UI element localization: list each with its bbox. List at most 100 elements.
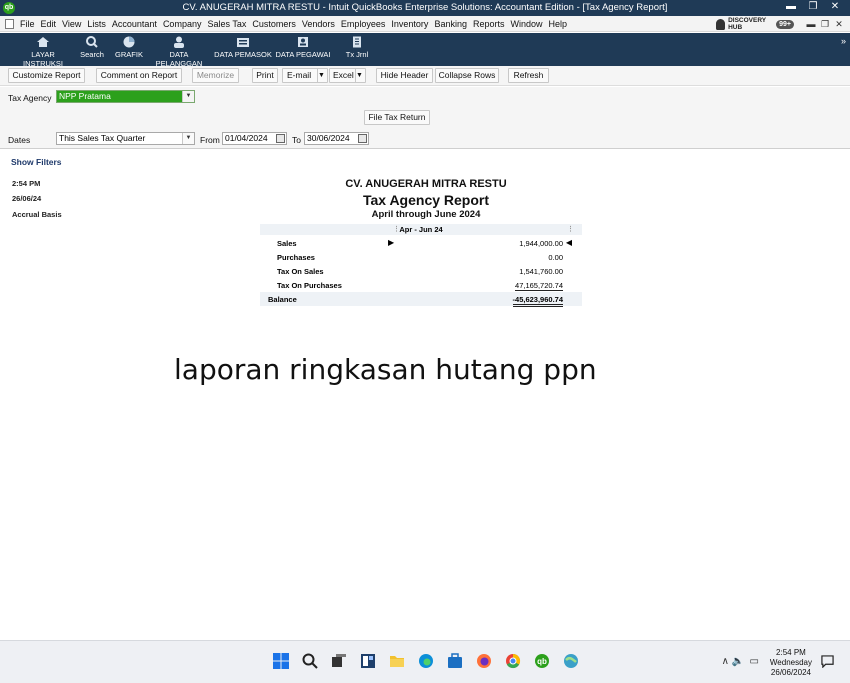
table-row[interactable]: Tax On Sales 1,541,760.00 <box>260 264 582 278</box>
chevron-down-icon[interactable]: ▼ <box>317 69 327 82</box>
taskbar-clock[interactable]: 2:54 PM Wednesday 26/06/2024 <box>770 648 812 678</box>
menu-employees[interactable]: Employees <box>341 19 386 29</box>
menu-window[interactable]: Window <box>510 19 542 29</box>
chevron-down-icon[interactable]: ▼ <box>182 91 194 102</box>
menu-banking[interactable]: Banking <box>434 19 467 29</box>
menu-accountant[interactable]: Accountant <box>112 19 157 29</box>
close-icon[interactable]: ✕ <box>828 1 842 12</box>
report-basis: Accrual Basis <box>12 210 62 219</box>
svg-text:qb: qb <box>537 657 547 666</box>
row-value: 1,944,000.00 <box>519 239 563 248</box>
menu-vendors[interactable]: Vendors <box>302 19 335 29</box>
memorize-button[interactable]: Memorize <box>192 68 239 83</box>
discovery-hub-button[interactable]: DISCOVERY HUB <box>716 17 766 31</box>
chrome-icon[interactable] <box>505 653 521 669</box>
mdi-close-icon[interactable]: ✕ <box>832 19 846 30</box>
column-header[interactable]: ⋮ Apr - Jun 24 ⋮ <box>260 224 582 235</box>
chevron-up-icon[interactable]: ∧ <box>722 656 729 667</box>
taskbar-time: 2:54 PM <box>776 648 806 657</box>
collapse-rows-button[interactable]: Collapse Rows <box>435 68 499 83</box>
task-view-icon[interactable] <box>331 653 347 669</box>
restore-icon[interactable]: ❐ <box>806 1 820 12</box>
speaker-icon[interactable]: 🔈 <box>732 656 744 667</box>
tax-agency-dropdown[interactable]: NPP Pratama ▼ <box>56 90 195 103</box>
taskbar-date: 26/06/2024 <box>770 668 811 677</box>
comment-on-report-button[interactable]: Comment on Report <box>96 68 182 83</box>
table-row[interactable]: Sales ▶ 1,944,000.00 ◀ <box>260 236 582 250</box>
column-resize-handle[interactable]: ⋮ <box>393 224 400 235</box>
store-icon[interactable] <box>447 653 463 669</box>
to-label: To <box>292 135 301 145</box>
report-title: Tax Agency Report <box>362 192 490 208</box>
menu-sales-tax[interactable]: Sales Tax <box>207 19 246 29</box>
refresh-button[interactable]: Refresh <box>508 68 549 83</box>
toolbar-tx-jrnl[interactable]: Tx Jrnl <box>342 36 372 59</box>
edge-browser-icon[interactable] <box>418 653 434 669</box>
document-icon[interactable] <box>5 19 14 29</box>
table-row[interactable]: Purchases 0.00 <box>260 250 582 264</box>
menu-inventory[interactable]: Inventory <box>391 19 428 29</box>
menu-help[interactable]: Help <box>549 19 568 29</box>
icon-toolbar: LAYAR INSTRUKSI Search GRAFIK DATA PELAN… <box>0 33 850 68</box>
print-button[interactable]: Print <box>252 68 278 83</box>
customize-report-button[interactable]: Customize Report <box>8 68 85 83</box>
from-date-value: 01/04/2024 <box>225 133 268 143</box>
to-date-field[interactable]: 30/06/2024 <box>304 132 369 145</box>
calendar-icon[interactable] <box>276 134 285 143</box>
journal-icon <box>353 36 361 48</box>
toolbar-search[interactable]: Search <box>78 36 106 59</box>
windows-start-icon[interactable] <box>273 653 289 669</box>
show-filters-link[interactable]: Show Filters <box>11 157 62 167</box>
minimize-icon[interactable]: ▬ <box>784 1 798 12</box>
toolbar-layar-instruksi[interactable]: LAYAR INSTRUKSI <box>12 36 74 68</box>
column-header-label: Apr - Jun 24 <box>399 225 443 234</box>
file-tax-return-button[interactable]: File Tax Return <box>364 110 430 125</box>
dates-label: Dates <box>8 135 31 145</box>
search-icon[interactable] <box>302 653 318 669</box>
calendar-icon[interactable] <box>358 134 367 143</box>
row-value: 1,541,760.00 <box>519 267 563 276</box>
file-explorer-icon[interactable] <box>389 653 405 669</box>
to-date-value: 30/06/2024 <box>307 133 350 143</box>
widgets-icon[interactable] <box>360 653 376 669</box>
row-label: Tax On Sales <box>277 267 324 276</box>
search-icon <box>86 36 98 48</box>
table-row[interactable]: Tax On Purchases 47,165,720.74 <box>260 278 582 292</box>
chevron-down-icon[interactable]: ▼ <box>355 69 365 82</box>
menu-edit[interactable]: Edit <box>41 19 57 29</box>
toolbar-grafik[interactable]: GRAFIK <box>114 36 144 59</box>
menu-company[interactable]: Company <box>163 19 202 29</box>
mdi-restore-icon[interactable]: ❐ <box>818 19 832 30</box>
balance-row[interactable]: Balance -45,623,960.74 <box>260 292 582 307</box>
hide-header-button[interactable]: Hide Header <box>376 68 433 83</box>
menu-customers[interactable]: Customers <box>252 19 296 29</box>
from-date-field[interactable]: 01/04/2024 <box>222 132 287 145</box>
menu-reports[interactable]: Reports <box>473 19 505 29</box>
excel-button[interactable]: Excel ▼ <box>329 68 366 83</box>
dates-dropdown[interactable]: This Sales Tax Quarter ▼ <box>56 132 195 145</box>
mdi-minimize-icon[interactable]: ▬ <box>804 19 818 29</box>
toolbar-data-pegawai[interactable]: DATA PEGAWAI <box>274 36 332 59</box>
dates-value: This Sales Tax Quarter <box>59 133 146 143</box>
notification-badge[interactable]: 99+ <box>776 19 794 29</box>
firefox-icon[interactable] <box>476 653 492 669</box>
toolbar-expand-icon[interactable]: » <box>841 36 846 46</box>
network-globe-icon[interactable] <box>563 653 579 669</box>
chevron-down-icon[interactable]: ▼ <box>182 133 194 144</box>
menu-file[interactable]: File <box>20 19 35 29</box>
column-resize-handle[interactable]: ⋮ <box>567 224 574 235</box>
quickbooks-icon[interactable]: qb <box>534 653 550 669</box>
email-button[interactable]: E-mail ▼ <box>282 68 328 83</box>
filter-bar: Tax Agency NPP Pratama ▼ File Tax Return… <box>0 87 850 149</box>
row-value: 47,165,720.74 <box>515 281 563 291</box>
from-label: From <box>200 135 220 145</box>
toolbar-data-pemasok[interactable]: DATA PEMASOK <box>214 36 272 59</box>
person-icon <box>174 36 184 48</box>
menu-lists[interactable]: Lists <box>87 19 106 29</box>
excel-label: Excel <box>333 70 354 80</box>
menu-bar: File Edit View Lists Accountant Company … <box>0 16 850 32</box>
menu-view[interactable]: View <box>62 19 81 29</box>
toolbar-data-pelanggan[interactable]: DATA PELANGGAN <box>146 36 212 68</box>
network-icon[interactable]: ▭ <box>750 656 759 667</box>
notification-icon[interactable] <box>821 655 834 668</box>
